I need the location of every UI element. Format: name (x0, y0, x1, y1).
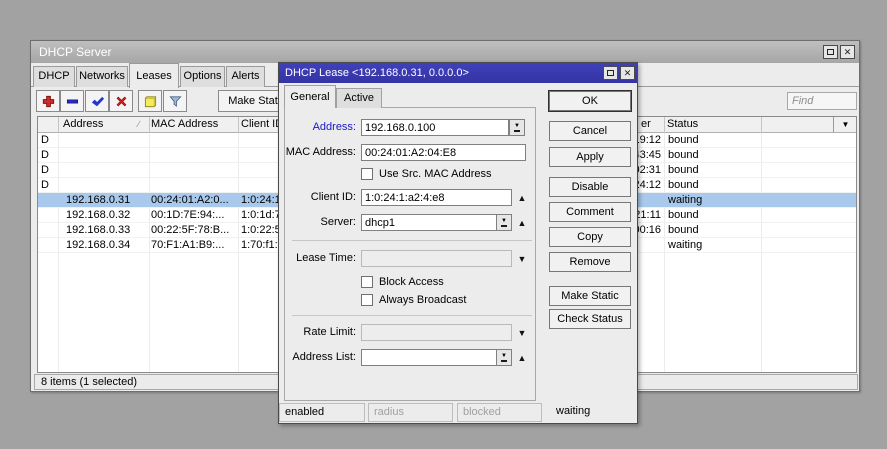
tab-general[interactable]: General (284, 85, 336, 108)
add-button[interactable] (36, 90, 60, 112)
enable-button[interactable] (85, 90, 109, 112)
status-flag-radius: radius (368, 403, 453, 422)
maximize-icon[interactable] (823, 45, 838, 59)
general-tab-page (284, 107, 536, 401)
copy-button[interactable]: Copy (549, 227, 631, 247)
x-icon (114, 94, 129, 109)
minus-icon (65, 94, 80, 109)
apply-button[interactable]: Apply (549, 147, 631, 167)
filter-button[interactable] (163, 90, 187, 112)
dialog-title: DHCP Lease <192.168.0.31, 0.0.0.0> (285, 67, 469, 79)
disable-button[interactable]: Disable (549, 177, 631, 197)
col-mac-address[interactable]: MAC Address (151, 117, 218, 132)
dialog-titlebar[interactable]: DHCP Lease <192.168.0.31, 0.0.0.0> (279, 63, 637, 83)
tab-alerts[interactable]: Alerts (226, 66, 265, 87)
col-timer[interactable]: er (641, 117, 651, 132)
col-client-id[interactable]: Client ID (241, 117, 283, 132)
check-icon (90, 94, 105, 109)
disable-button[interactable] (109, 90, 133, 112)
status-flag-waiting: waiting (551, 403, 637, 422)
ok-button[interactable]: OK (549, 91, 631, 111)
remove-button[interactable] (60, 90, 84, 112)
funnel-icon (168, 94, 183, 109)
tab-networks[interactable]: Networks (76, 66, 128, 87)
dhcp-lease-dialog: DHCP Lease <192.168.0.31, 0.0.0.0> ✕ Gen… (278, 62, 638, 424)
maximize-icon[interactable] (603, 66, 618, 80)
comment-button[interactable] (138, 90, 162, 112)
window-title: DHCP Server (39, 45, 111, 59)
col-address[interactable]: Address (63, 117, 103, 132)
close-icon[interactable]: ✕ (620, 66, 635, 80)
close-icon[interactable]: ✕ (840, 45, 855, 59)
remove-button[interactable]: Remove (549, 252, 631, 272)
plus-icon (41, 94, 56, 109)
cancel-button[interactable]: Cancel (549, 121, 631, 141)
tab-dhcp[interactable]: DHCP (33, 66, 75, 87)
note-icon (143, 94, 158, 109)
sort-asc-icon: ∕ (138, 117, 140, 132)
col-status[interactable]: Status (667, 117, 698, 132)
tab-options[interactable]: Options (180, 66, 225, 87)
find-input[interactable] (787, 92, 857, 110)
tab-active[interactable]: Active (336, 88, 382, 108)
make-static-button[interactable]: Make Static (549, 286, 631, 306)
check-status-button[interactable]: Check Status (549, 309, 631, 329)
tab-leases[interactable]: Leases (129, 63, 179, 88)
window-titlebar[interactable]: DHCP Server (31, 41, 859, 63)
status-flag-blocked: blocked (457, 403, 542, 422)
comment-button[interactable]: Comment (549, 202, 631, 222)
column-filter-dropdown[interactable]: ▼ (833, 117, 857, 133)
status-flag-enabled: enabled (279, 403, 365, 422)
